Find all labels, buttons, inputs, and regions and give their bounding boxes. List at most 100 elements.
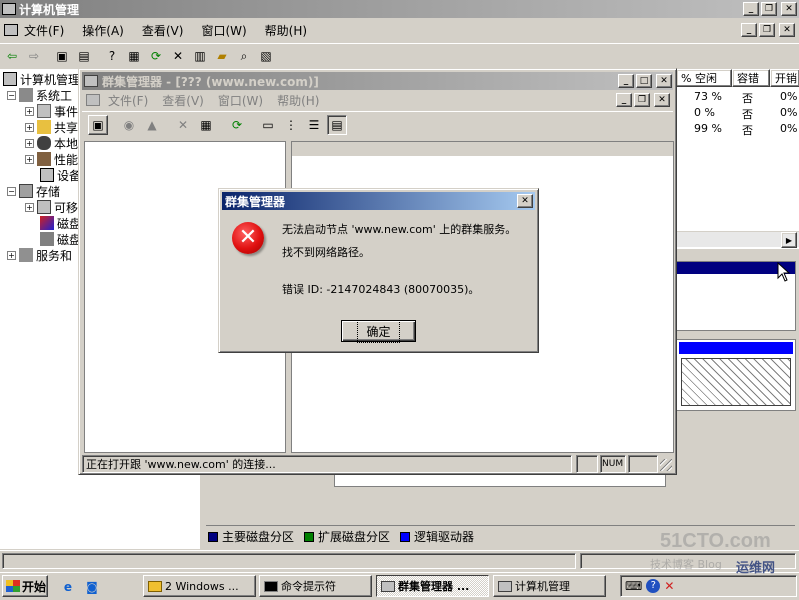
- tree-item-disk-management[interactable]: 磁盘: [40, 231, 81, 247]
- start-button[interactable]: 开始: [2, 575, 48, 597]
- cluster-menu-window[interactable]: 窗口(W): [218, 92, 263, 109]
- tree-item-events[interactable]: + 事件: [25, 103, 78, 119]
- tree-item-performance[interactable]: + 性能: [25, 151, 78, 167]
- tree-item-removable[interactable]: + 可移: [25, 199, 78, 215]
- tree-item-defrag[interactable]: 磁盘: [40, 215, 81, 231]
- expand-icon[interactable]: +: [25, 154, 34, 164]
- expand-icon[interactable]: +: [25, 122, 34, 132]
- tree-item-system-tools[interactable]: − 系统工: [7, 87, 72, 103]
- cluster-menu-help[interactable]: 帮助(H): [277, 92, 319, 109]
- mdi-restore-button[interactable]: ❐: [759, 23, 775, 37]
- tree-item-services[interactable]: + 服务和: [7, 247, 72, 263]
- large-icons-icon[interactable]: ▭: [258, 115, 278, 135]
- help-tray-icon[interactable]: ?: [646, 579, 661, 593]
- expand-icon[interactable]: +: [25, 202, 34, 212]
- expand-icon[interactable]: +: [25, 138, 34, 148]
- cluster-mdi-restore-button[interactable]: ❐: [634, 93, 650, 107]
- cell-fault: 否: [742, 108, 753, 121]
- properties-icon[interactable]: ▦: [124, 46, 144, 66]
- mdi-minimize-button[interactable]: _: [741, 23, 757, 37]
- cluster-menu-file[interactable]: 文件(F): [108, 92, 148, 109]
- tree-item-local[interactable]: + 本地: [25, 135, 78, 151]
- refresh-icon[interactable]: ⟳: [227, 115, 247, 135]
- legend-extended: 扩展磁盘分区: [318, 530, 391, 544]
- column-overhead[interactable]: 开销: [770, 69, 799, 87]
- cluster-mdi-close-button[interactable]: ✕: [654, 93, 670, 107]
- tree-root[interactable]: 计算机管理: [3, 71, 80, 87]
- cluster-menu-view[interactable]: 查看(V): [162, 92, 204, 109]
- settings-icon[interactable]: ▧: [256, 46, 276, 66]
- menu-window[interactable]: 窗口(W): [201, 22, 246, 39]
- close-button[interactable]: ✕: [781, 2, 797, 16]
- small-icons-icon[interactable]: ⋮: [281, 115, 301, 135]
- up-folder-icon[interactable]: ▣: [52, 46, 72, 66]
- table-row[interactable]: 99 % 否 0%: [676, 121, 799, 137]
- open-connection-icon[interactable]: ▣: [88, 114, 108, 135]
- menu-file[interactable]: 文件(F): [24, 22, 64, 39]
- network-icon[interactable]: ⌨: [625, 579, 642, 593]
- table-row[interactable]: 73 % 否 0%: [676, 89, 799, 105]
- task-cluster-manager[interactable]: 群集管理器 ...: [376, 575, 489, 597]
- restore-button[interactable]: ❐: [761, 2, 777, 16]
- ie-icon[interactable]: e: [58, 577, 78, 597]
- collapse-icon[interactable]: −: [7, 90, 16, 100]
- cluster-menu-icon: [86, 94, 100, 106]
- disk-block-2[interactable]: [676, 339, 796, 411]
- task-label: 2 Windows ...: [165, 579, 239, 593]
- menu-help[interactable]: 帮助(H): [265, 22, 307, 39]
- forward-icon[interactable]: ⇨: [24, 46, 44, 66]
- cell-free: 73 %: [694, 90, 722, 103]
- security-icon[interactable]: ✕: [664, 579, 674, 593]
- task-computer-management[interactable]: 计算机管理: [493, 575, 606, 597]
- open-folder-icon[interactable]: ▰: [212, 46, 232, 66]
- cluster-title-bar[interactable]: 群集管理器 - [??? (www.new.com)]: [82, 72, 673, 90]
- dialog-close-button[interactable]: ✕: [517, 194, 533, 208]
- show-tree-icon[interactable]: ▤: [74, 46, 94, 66]
- tree-label: 系统工: [36, 88, 73, 103]
- dialog-title: 群集管理器: [225, 194, 286, 209]
- ok-button[interactable]: 确定: [341, 319, 416, 343]
- cluster-app-icon: [84, 75, 98, 87]
- back-icon[interactable]: ⇦: [2, 46, 22, 66]
- details-view-icon[interactable]: ▤: [327, 114, 347, 135]
- dialog-message-2: 找不到网络路径。: [282, 246, 370, 259]
- tree-item-storage[interactable]: − 存储: [7, 183, 60, 199]
- take-offline-icon[interactable]: ▲: [142, 115, 162, 135]
- task-command-prompt[interactable]: 命令提示符: [259, 575, 372, 597]
- taskbar: 开始 e ◙ 2 Windows ... 命令提示符 群集管理器 ... 计算机…: [0, 572, 799, 600]
- task-windows-group[interactable]: 2 Windows ...: [143, 575, 256, 597]
- horizontal-scrollbar[interactable]: ▶: [676, 231, 799, 248]
- expand-icon[interactable]: +: [7, 250, 16, 260]
- scroll-right-button[interactable]: ▶: [781, 232, 797, 248]
- refresh-icon[interactable]: ⟳: [146, 46, 166, 66]
- table-row[interactable]: 0 % 否 0%: [676, 105, 799, 121]
- cluster-maximize-button[interactable]: □: [636, 74, 652, 88]
- delete-resource-icon[interactable]: ✕: [173, 115, 193, 135]
- cluster-menu-bar: 文件(F) 查看(V) 窗口(W) 帮助(H): [82, 91, 673, 109]
- mdi-close-button[interactable]: ✕: [779, 23, 795, 37]
- help-icon[interactable]: ?: [102, 46, 122, 66]
- search-icon[interactable]: ⌕: [234, 46, 254, 66]
- minimize-button[interactable]: _: [743, 2, 759, 16]
- expand-icon[interactable]: +: [25, 106, 34, 116]
- explorer-icon[interactable]: ◙: [82, 577, 102, 597]
- volume-list-header: % 空闲 容错 开销: [676, 69, 799, 87]
- cluster-close-button[interactable]: ✕: [656, 74, 672, 88]
- export-icon[interactable]: ▥: [190, 46, 210, 66]
- dialog-title-bar[interactable]: 群集管理器: [222, 192, 535, 210]
- properties-icon[interactable]: ▦: [196, 115, 216, 135]
- delete-icon[interactable]: ✕: [168, 46, 188, 66]
- column-fault[interactable]: 容错: [732, 69, 770, 87]
- cluster-mdi-minimize-button[interactable]: _: [616, 93, 632, 107]
- collapse-icon[interactable]: −: [7, 186, 16, 196]
- tree-item-shared[interactable]: + 共享: [25, 119, 78, 135]
- resize-grip-icon[interactable]: [660, 459, 672, 471]
- main-title-bar[interactable]: 计算机管理: [0, 0, 799, 18]
- cluster-minimize-button[interactable]: _: [618, 74, 634, 88]
- bring-online-icon[interactable]: ◉: [119, 115, 139, 135]
- column-free[interactable]: % 空闲: [676, 69, 732, 87]
- menu-view[interactable]: 查看(V): [142, 22, 184, 39]
- list-view-icon[interactable]: ☰: [304, 115, 324, 135]
- menu-action[interactable]: 操作(A): [82, 22, 124, 39]
- tree-item-devices[interactable]: 设备: [40, 167, 81, 183]
